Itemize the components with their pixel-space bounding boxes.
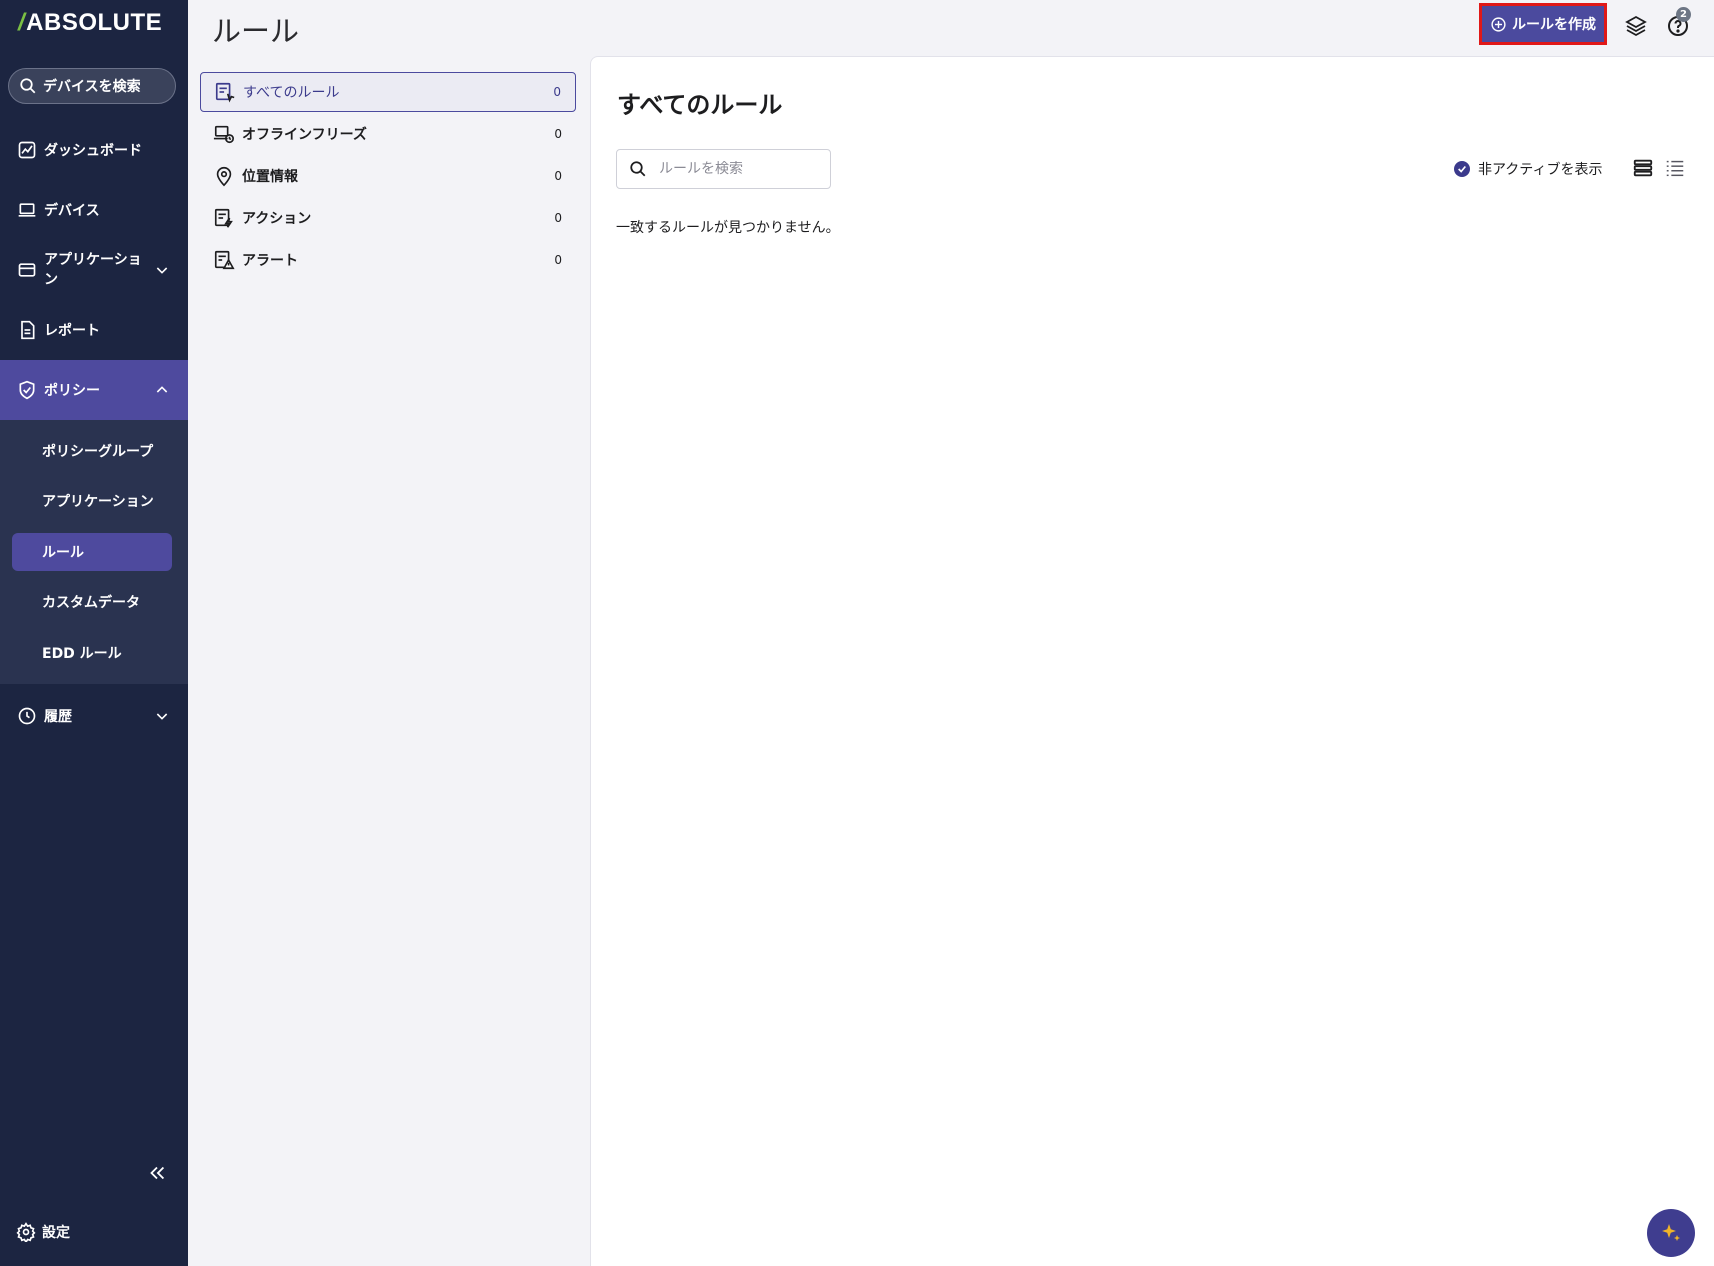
nav-applications-label-1: アプリケーショ: [44, 252, 142, 268]
plus-circle-icon: [1491, 16, 1506, 32]
device-search-label: デバイスを検索: [43, 79, 141, 95]
nav-settings[interactable]: 設定: [16, 1222, 70, 1242]
dashboard-icon: [16, 139, 38, 161]
application-icon: [16, 259, 38, 281]
chevron-down-icon: [156, 713, 168, 720]
nav-settings-label: 設定: [42, 1225, 70, 1241]
nav-history-label: 履歴: [44, 709, 72, 725]
nav-applications[interactable]: アプリケーショ ン: [0, 240, 188, 300]
category-actions-count: 0: [554, 211, 562, 225]
nav-policy[interactable]: ポリシー: [0, 360, 188, 420]
category-offline-freeze-label: オフラインフリーズ: [242, 127, 367, 143]
nav-dashboard-label: ダッシュボード: [44, 143, 142, 159]
location-pin-icon: [212, 164, 236, 188]
nav-devices-label: デバイス: [44, 203, 100, 219]
clock-icon: [16, 705, 38, 727]
nav-reports[interactable]: レポート: [0, 300, 188, 360]
alert-warning-icon: [212, 248, 236, 272]
chevron-up-icon: [156, 386, 168, 393]
nav-history[interactable]: 履歴: [0, 686, 188, 746]
nav-policy-label: ポリシー: [44, 383, 100, 399]
nav-applications-label-2: ン: [44, 272, 58, 288]
nav-devices[interactable]: デバイス: [0, 180, 188, 240]
search-icon: [630, 161, 646, 177]
sidebar: / ABSOLUTE デバイスを検索 ダッシュボード デバイス アプリケーショ ン…: [0, 0, 188, 1266]
category-offline-freeze[interactable]: オフラインフリーズ 0: [200, 114, 576, 154]
category-location-label: 位置情報: [242, 169, 298, 185]
rule-search-input[interactable]: [659, 161, 819, 177]
rule-search[interactable]: [616, 149, 831, 189]
sparkle-icon: [1662, 1224, 1680, 1241]
sub-rules[interactable]: ルール: [12, 533, 172, 571]
create-rule-button[interactable]: ルールを作成: [1479, 3, 1607, 45]
category-offline-freeze-count: 0: [554, 127, 562, 141]
main-panel: すべてのルール 非アクティブを表示 一致するルールが見つかりません。: [590, 56, 1714, 1266]
ai-assistant-button[interactable]: [1647, 1209, 1695, 1257]
category-alerts-count: 0: [554, 253, 562, 267]
chevron-down-icon: [156, 267, 168, 274]
category-location[interactable]: 位置情報 0: [200, 156, 576, 196]
report-icon: [16, 319, 38, 341]
card-view-icon[interactable]: [1632, 157, 1654, 179]
action-bolt-icon: [212, 206, 236, 230]
category-alerts[interactable]: アラート 0: [200, 240, 576, 280]
logo-text: ABSOLUTE: [26, 9, 163, 36]
gear-icon: [16, 1222, 36, 1242]
collapse-sidebar-icon[interactable]: [146, 1162, 168, 1184]
category-all-rules-label: すべてのルール: [243, 85, 340, 101]
page-title: ルール: [212, 14, 300, 48]
category-all-rules[interactable]: すべてのルール 0: [200, 72, 576, 112]
offline-freeze-icon: [212, 122, 236, 146]
sub-custom-data[interactable]: カスタムデータ: [12, 583, 172, 621]
category-all-rules-count: 0: [553, 85, 561, 99]
laptop-icon: [16, 199, 38, 221]
sub-edd-rules[interactable]: EDD ルール: [12, 634, 172, 672]
category-actions-label: アクション: [242, 211, 312, 227]
nav-reports-label: レポート: [44, 323, 100, 339]
create-rule-label: ルールを作成: [1512, 17, 1596, 33]
layers-icon[interactable]: [1624, 14, 1648, 38]
section-title: すべてのルール: [617, 91, 783, 119]
search-icon: [20, 78, 36, 94]
sub-applications[interactable]: アプリケーション: [12, 482, 172, 520]
category-actions[interactable]: アクション 0: [200, 198, 576, 238]
show-inactive-checkbox[interactable]: [1454, 161, 1470, 177]
notification-badge: 2: [1676, 7, 1691, 22]
nav-dashboard[interactable]: ダッシュボード: [0, 120, 188, 180]
logo[interactable]: / ABSOLUTE: [18, 9, 163, 36]
category-alerts-label: アラート: [242, 253, 298, 269]
device-search[interactable]: デバイスを検索: [8, 68, 176, 104]
sub-policy-groups[interactable]: ポリシーグループ: [12, 432, 172, 470]
show-inactive-toggle[interactable]: 非アクティブを表示: [1454, 159, 1602, 179]
policy-submenu: ポリシーグループ アプリケーション ルール カスタムデータ EDD ルール: [0, 420, 188, 684]
show-inactive-label: 非アクティブを表示: [1478, 162, 1603, 178]
empty-state-message: 一致するルールが見つかりません。: [616, 220, 840, 236]
rules-list-icon: [213, 80, 237, 104]
list-view-icon[interactable]: [1664, 157, 1686, 179]
category-location-count: 0: [554, 169, 562, 183]
shield-icon: [16, 379, 38, 401]
